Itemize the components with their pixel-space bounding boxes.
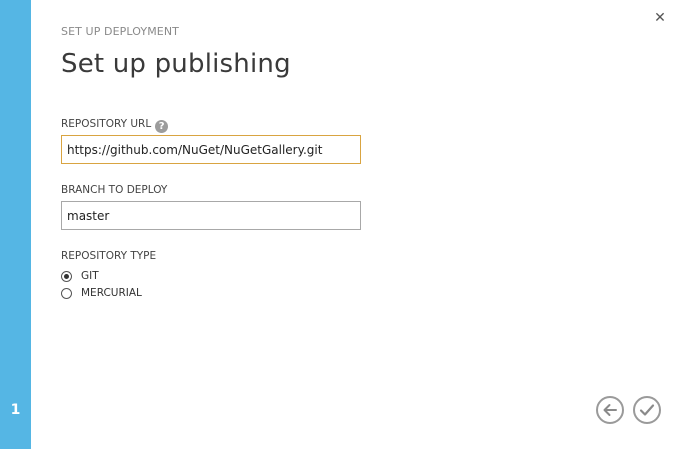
step-number: 1 <box>10 402 21 418</box>
close-button[interactable]: ✕ <box>653 10 667 26</box>
dialog-overline: SET UP DEPLOYMENT <box>61 25 179 38</box>
repository-type-label: REPOSITORY TYPE <box>61 250 157 262</box>
radio-label-mercurial: MERCURIAL <box>81 287 142 299</box>
radio-option-mercurial[interactable]: MERCURIAL <box>61 285 142 301</box>
radio-option-git[interactable]: GIT <box>61 268 99 284</box>
checkmark-icon <box>639 404 655 416</box>
repository-url-label-row: REPOSITORY URL? <box>61 118 169 133</box>
step-rail: 1 <box>0 0 31 449</box>
branch-input[interactable] <box>61 201 361 230</box>
arrow-left-icon <box>603 404 617 416</box>
repository-url-input[interactable] <box>61 135 361 164</box>
back-button[interactable] <box>596 396 624 424</box>
radio-button-git[interactable] <box>61 270 72 282</box>
close-icon: ✕ <box>654 10 666 26</box>
setup-deployment-dialog: 1 ✕ SET UP DEPLOYMENT Set up publishing … <box>0 0 679 449</box>
confirm-button[interactable] <box>633 396 661 424</box>
help-icon[interactable]: ? <box>155 120 169 133</box>
branch-label: BRANCH TO DEPLOY <box>61 184 168 196</box>
radio-label-git: GIT <box>81 270 99 282</box>
page-title: Set up publishing <box>61 49 291 79</box>
repository-url-label: REPOSITORY URL <box>61 118 152 130</box>
radio-button-mercurial[interactable] <box>61 287 72 299</box>
